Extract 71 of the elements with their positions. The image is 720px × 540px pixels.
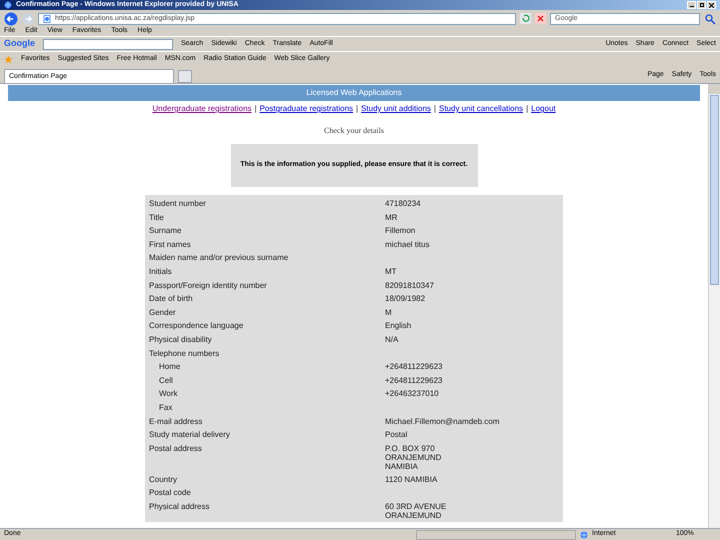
stop-icon[interactable] <box>535 13 546 24</box>
field-label: Physical disability <box>149 334 213 346</box>
field-value: M <box>385 306 392 319</box>
field-value: 1120 NAMIBIA <box>385 474 438 486</box>
field-value: Michael.Fillemon@namdeb.com <box>385 416 500 428</box>
field-label: Initials <box>149 266 173 278</box>
field-value: MT <box>385 266 397 278</box>
field-label: Postal address <box>149 442 203 455</box>
field-label: First names <box>149 238 192 251</box>
link-separator: | <box>254 103 257 115</box>
field-value: +264811229623 <box>385 374 442 387</box>
field-value: +26463237010 <box>385 388 439 400</box>
field-label: Passport/Foreign identity number <box>149 280 268 292</box>
field-value: MR <box>385 212 398 224</box>
nav-link[interactable]: Undergraduate registrations <box>152 103 252 115</box>
field-label: Maiden name and/or previous surname <box>149 252 290 264</box>
star-icon <box>4 55 13 64</box>
google-logo: Google <box>4 37 35 50</box>
field-value: 60 3RD AVENUE <box>385 502 446 511</box>
scrollbar[interactable] <box>708 84 720 528</box>
link-separator: | <box>526 103 528 115</box>
field-label: Study material delivery <box>149 429 231 442</box>
globe-icon <box>580 530 588 538</box>
field-label: Postal code <box>149 487 192 500</box>
search-icon[interactable] <box>704 12 716 24</box>
field-label: Surname <box>149 225 182 238</box>
refresh-icon[interactable] <box>520 13 531 24</box>
field-label: Physical address <box>149 500 210 513</box>
scroll-thumb[interactable] <box>710 95 719 285</box>
field-label: Work <box>158 388 179 400</box>
google-search-field[interactable] <box>43 38 173 50</box>
field-label: Cell <box>158 374 174 387</box>
globe-icon <box>4 1 12 9</box>
minimize-button[interactable] <box>687 1 696 9</box>
field-label: Student number <box>149 198 207 210</box>
nav-link[interactable]: Postgraduate registrations <box>260 103 354 115</box>
field-value: 18/09/1982 <box>385 293 426 306</box>
field-label: Correspondence language <box>149 320 244 332</box>
close-button[interactable] <box>707 1 716 9</box>
field-value: English <box>385 320 412 332</box>
link-separator: | <box>434 103 436 115</box>
nav-link[interactable]: Study unit cancellations <box>439 103 524 115</box>
nav-link[interactable]: Logout <box>531 103 556 115</box>
field-value: 82091810347 <box>385 280 434 292</box>
field-value: P.O. BOX 970 <box>385 444 436 453</box>
field-label: Home <box>158 361 182 374</box>
link-separator: | <box>356 103 358 115</box>
field-value: Postal <box>385 429 408 442</box>
field-label: Fax <box>158 402 174 414</box>
field-label: Gender <box>149 306 177 319</box>
field-label: Telephone numbers <box>149 348 220 360</box>
field-value: Fillemon <box>385 225 416 238</box>
forward-icon[interactable] <box>22 12 34 24</box>
field-label: Title <box>149 212 165 224</box>
field-value: 47180234 <box>385 198 421 210</box>
field-value: michael titus <box>385 238 430 251</box>
nav-link[interactable]: Study unit additions <box>361 103 431 115</box>
page-banner: Licensed Web Applications <box>8 85 700 101</box>
page-heading: Check your details <box>323 125 385 137</box>
field-label: Date of birth <box>149 293 194 306</box>
new-tab-button[interactable] <box>178 70 192 83</box>
field-value: ORANJEMUND <box>385 510 442 520</box>
field-value: +264811229623 <box>385 361 442 374</box>
field-value: ORANJEMUND <box>385 452 442 462</box>
field-label: Country <box>149 474 178 486</box>
field-value: NAMIBIA <box>385 462 419 471</box>
field-value: N/A <box>385 334 398 346</box>
restore-button[interactable] <box>697 1 706 9</box>
field-label: E-mail address <box>149 416 204 428</box>
back-icon[interactable] <box>4 12 18 26</box>
page-icon <box>43 14 51 22</box>
